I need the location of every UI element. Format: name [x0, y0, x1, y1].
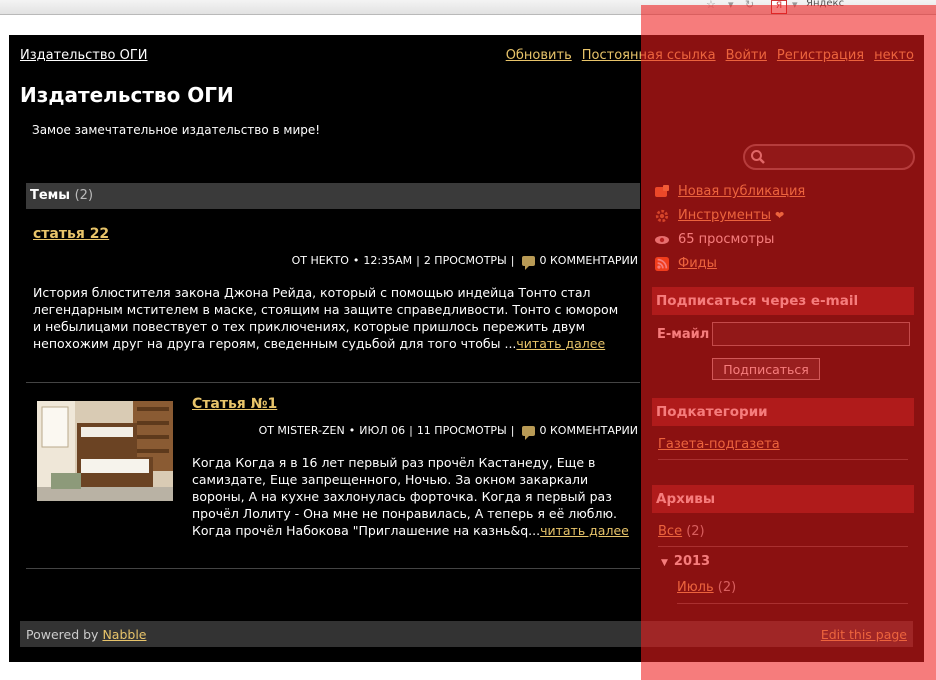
topics-label: Темы [30, 188, 71, 203]
post-thumbnail[interactable] [37, 401, 173, 501]
topics-header: Темы (2) [26, 183, 640, 209]
email-field[interactable] [712, 322, 910, 346]
new-post-link[interactable]: Новая публикация [678, 184, 805, 199]
star-icon[interactable]: ☆ [706, 0, 716, 11]
read-more-link[interactable]: читать далее [516, 336, 605, 351]
blog-page: Издательство ОГИ Обновить Постоянная ссы… [9, 35, 924, 662]
post-comments[interactable]: 0 КОММЕНТАРИИ [539, 424, 638, 437]
post-excerpt: Когда Когда я в 16 лет первый раз прочёл… [192, 454, 632, 539]
archives-heading-text: Архивы [656, 491, 716, 507]
reload-icon[interactable]: ↻ [745, 0, 754, 11]
archive-month-link[interactable]: Июль [677, 580, 714, 595]
site-home-link[interactable]: Издательство ОГИ [20, 48, 148, 63]
bedroom-photo-icon [37, 401, 173, 501]
user-link[interactable]: некто [874, 48, 914, 63]
sidebar-divider [658, 546, 908, 547]
post-time: ИЮЛ 06 [359, 424, 406, 437]
sidebar-views: 65 просмотры [654, 232, 774, 247]
archives-heading: Архивы [652, 485, 914, 513]
rss-icon [655, 256, 669, 271]
page-title: Издательство ОГИ [20, 83, 234, 107]
comment-icon [522, 425, 536, 440]
dropdown-icon[interactable]: ▾ [728, 0, 734, 11]
archive-month-count: (2) [717, 580, 737, 595]
views-count: 65 просмотры [678, 232, 775, 247]
powered-by-label: Powered by [26, 627, 99, 642]
post-divider [26, 568, 640, 569]
read-more-link[interactable]: читать далее [540, 523, 629, 538]
search-dropdown-icon[interactable]: ▾ [792, 0, 798, 11]
edit-page-link[interactable]: Edit this page [821, 627, 907, 642]
nabble-link[interactable]: Nabble [102, 627, 146, 642]
comment-icon [522, 255, 536, 270]
browser-toolbar: ☆ ▾ ↻ Я ▾ Яндекс [0, 0, 936, 15]
post-meta: ОТ MISTER-ZEN • ИЮЛ 06 | 11 ПРОСМОТРЫ | … [258, 424, 638, 440]
search-box[interactable] [743, 144, 915, 170]
post-comments[interactable]: 0 КОММЕНТАРИИ [539, 254, 638, 267]
new-post-icon [655, 184, 669, 197]
eye-icon [655, 235, 669, 244]
gear-icon [655, 209, 669, 222]
post-divider [26, 382, 640, 383]
email-label: Е-майл [657, 327, 710, 342]
subscribe-button[interactable]: Подписаться [712, 358, 820, 380]
yandex-search-label[interactable]: Яндекс [806, 0, 844, 9]
topics-count: (2) [74, 188, 94, 203]
post-views: 2 ПРОСМОТРЫ [423, 254, 507, 267]
powered-by: Powered by Nabble [26, 627, 146, 642]
refresh-link[interactable]: Обновить [506, 48, 572, 63]
sidebar-divider [677, 603, 908, 604]
sidebar-tools[interactable]: Инструменты ❤ [654, 208, 784, 223]
archive-year[interactable]: ▼ 2013 [661, 554, 710, 569]
search-input[interactable] [769, 148, 909, 166]
login-link[interactable]: Войти [726, 48, 767, 63]
tools-link[interactable]: Инструменты [678, 208, 771, 223]
top-nav: Обновить Постоянная ссылка Войти Регистр… [506, 48, 914, 63]
subcategory-link[interactable]: Газета-подгазета [658, 437, 780, 452]
page-footer: Powered by Nabble Edit this page [20, 621, 913, 647]
post-author[interactable]: ОТ НЕКТО [292, 254, 349, 267]
search-icon [751, 150, 765, 164]
yandex-logo-icon[interactable]: Я [771, 0, 787, 14]
register-link[interactable]: Регистрация [777, 48, 864, 63]
subcategories-heading-text: Подкатегории [656, 404, 768, 420]
post-meta: ОТ НЕКТО • 12:35AM | 2 ПРОСМОТРЫ | 0 КОМ… [291, 254, 638, 270]
feeds-link[interactable]: Фиды [678, 256, 717, 271]
sidebar-divider [658, 459, 908, 460]
post-title-link[interactable]: Статья №1 [192, 396, 277, 412]
subcategories-heading: Подкатегории [652, 398, 914, 426]
permalink-link[interactable]: Постоянная ссылка [582, 48, 716, 63]
archive-all[interactable]: Все (2) [658, 524, 705, 539]
subscribe-heading: Подписаться через е-mail [652, 287, 914, 315]
site-tagline: Замое замечтательное издательство в мире… [32, 123, 321, 137]
caret-down-icon[interactable]: ▼ [661, 558, 668, 568]
sidebar-feeds[interactable]: Фиды [654, 256, 717, 271]
post-excerpt: История блюстителя закона Джона Рейда, к… [33, 284, 629, 352]
post-title-link[interactable]: статья 22 [33, 226, 109, 242]
archive-all-link[interactable]: Все [658, 524, 682, 539]
sidebar-new-post[interactable]: Новая публикация [654, 184, 805, 199]
subscribe-heading-text: Подписаться через е-mail [656, 293, 859, 309]
post-time: 12:35AM [363, 254, 413, 267]
post-author[interactable]: ОТ MISTER-ZEN [259, 424, 345, 437]
archive-all-count: (2) [686, 524, 705, 539]
archive-year-label[interactable]: 2013 [674, 554, 710, 569]
archive-month[interactable]: Июль (2) [677, 580, 736, 595]
chevron-down-icon[interactable]: ❤ [775, 209, 784, 222]
post-views: 11 ПРОСМОТРЫ [416, 424, 507, 437]
